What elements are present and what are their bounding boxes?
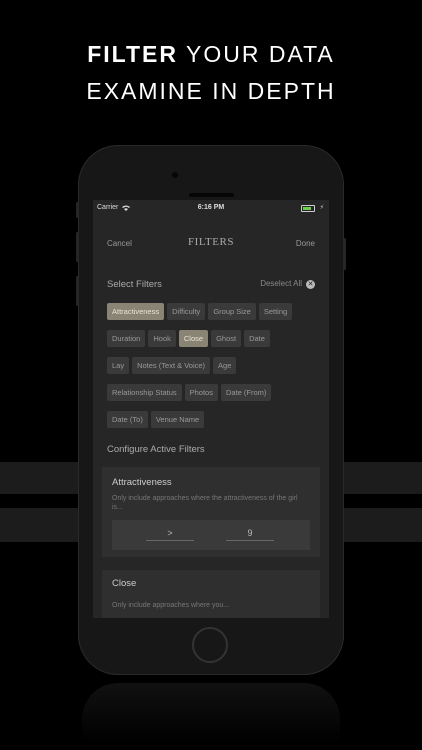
volume-up-button — [76, 232, 79, 262]
filter-chip[interactable]: Lay — [107, 357, 130, 374]
close-circle-icon: ✕ — [306, 280, 315, 289]
select-filters-heading: Select Filters — [107, 279, 162, 290]
operator-field[interactable]: > — [146, 528, 194, 541]
card-description: Only include approaches where the attrac… — [112, 495, 298, 511]
status-time: 6:16 PM — [197, 204, 225, 211]
card-title: Close — [112, 578, 137, 589]
filter-chip[interactable]: Close — [178, 330, 209, 347]
filter-chip[interactable]: Hook — [148, 330, 176, 347]
mute-switch — [76, 202, 79, 218]
deselect-all-button[interactable]: Deselect All ✕ — [260, 279, 315, 289]
filter-chip[interactable]: Duration — [107, 330, 146, 347]
value-field[interactable]: 9 — [226, 528, 274, 541]
filter-chip[interactable]: Relationship Status — [107, 384, 182, 401]
headline-rest: YOUR DATA — [178, 41, 335, 67]
filter-chip[interactable]: Venue Name — [150, 411, 205, 428]
battery-icon — [301, 205, 315, 212]
filter-chip-list: Attractiveness Difficulty Group Size Settin… — [107, 301, 317, 436]
card-description: Only include approaches where you... — [112, 602, 230, 609]
filter-chip[interactable]: Notes (Text & Voice) — [132, 357, 211, 374]
phone-reflection — [82, 683, 340, 743]
headline-line-1: FILTER YOUR DATA — [0, 41, 422, 68]
nav-bar: Cancel FILTERS Done — [93, 236, 329, 252]
filter-chip[interactable]: Age — [213, 357, 237, 374]
filter-chip[interactable]: Group Size — [208, 303, 256, 320]
filter-chip[interactable]: Attractiveness — [107, 303, 165, 320]
filter-chip[interactable]: Ghost — [211, 330, 242, 347]
done-button[interactable]: Done — [296, 239, 315, 248]
card-title: Attractiveness — [112, 477, 172, 488]
volume-down-button — [76, 276, 79, 306]
earpiece-speaker — [189, 193, 234, 197]
app-screen: Carrier 6:16 PM ⚡ Cancel FILTERS Done Se… — [93, 200, 329, 618]
configure-filters-heading: Configure Active Filters — [107, 444, 205, 455]
filter-chip[interactable]: Photos — [184, 384, 218, 401]
filter-config-card: Attractiveness Only include approaches w… — [102, 467, 320, 557]
filter-config-card: Close Only include approaches where you.… — [102, 570, 320, 618]
status-bar: Carrier 6:16 PM ⚡ — [93, 204, 329, 216]
deselect-all-label: Deselect All — [260, 279, 302, 288]
home-button[interactable] — [192, 627, 228, 663]
front-camera — [172, 172, 178, 178]
filter-chip[interactable]: Setting — [258, 303, 293, 320]
filter-chip[interactable]: Date (To) — [107, 411, 148, 428]
headline-line-2: EXAMINE IN DEPTH — [86, 78, 336, 104]
power-button — [343, 238, 346, 270]
headline-bold: FILTER — [87, 41, 179, 67]
filter-chip[interactable]: Date — [244, 330, 270, 347]
range-input-row: > 9 — [112, 520, 310, 550]
page-title: FILTERS — [188, 236, 234, 248]
filter-chip[interactable]: Date (From) — [220, 384, 272, 401]
charging-icon: ⚡ — [319, 205, 324, 211]
filter-chip[interactable]: Difficulty — [167, 303, 206, 320]
